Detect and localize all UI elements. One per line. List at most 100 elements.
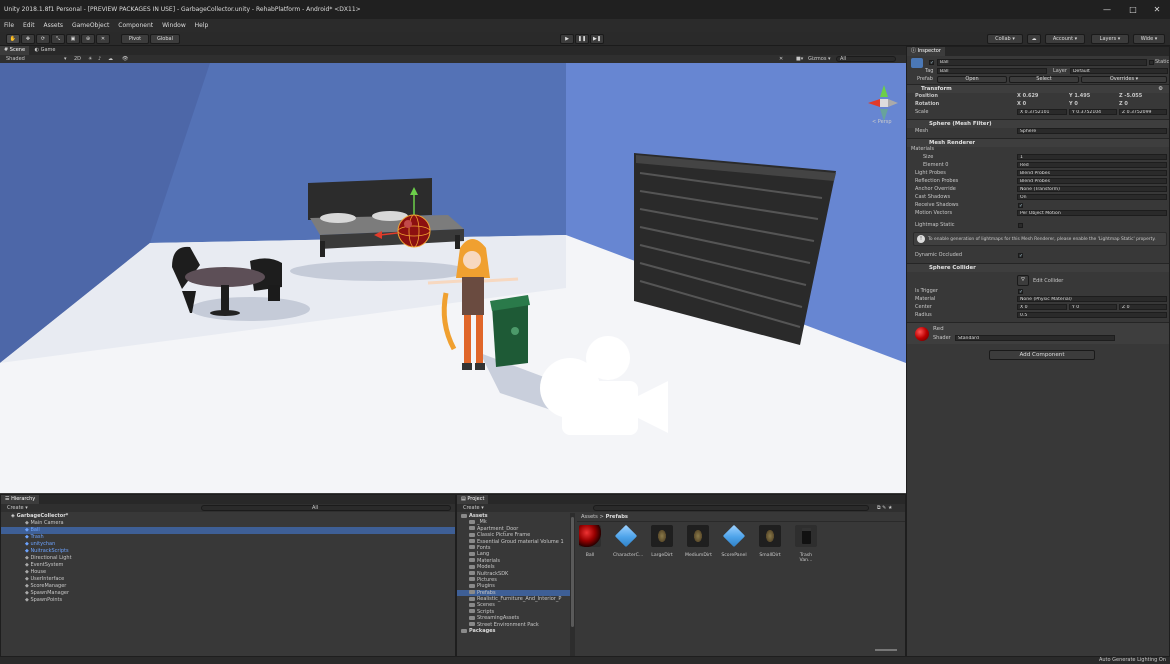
hierarchy-item[interactable]: ◆ SpawnManager [1, 590, 455, 597]
center-y[interactable]: Y 0 [1069, 304, 1117, 310]
scene-search-input[interactable]: All [836, 56, 896, 62]
scale-y[interactable]: Y 0.3752104 [1069, 109, 1117, 115]
hierarchy-item[interactable]: ◆ Trash [1, 534, 455, 541]
prefab-select-button[interactable]: Select [1009, 76, 1079, 83]
hierarchy-create-dropdown[interactable]: Create ▾ [7, 504, 28, 512]
object-name-field[interactable]: Ball [937, 59, 1147, 66]
hierarchy-item[interactable]: ◆ NuitrackScripts [1, 548, 455, 555]
component-settings-icon[interactable]: ⚙ [1158, 85, 1163, 94]
position-y[interactable]: Y 1.495 [1069, 92, 1090, 100]
sphere-collider-header[interactable]: Sphere Collider [907, 263, 1169, 272]
center-z[interactable]: Z 0 [1119, 304, 1167, 310]
layer-dropdown[interactable]: Default [1070, 68, 1168, 74]
size-field[interactable]: 1 [1017, 154, 1167, 160]
scale-tool-icon[interactable]: ⤡ [51, 34, 65, 44]
pause-button[interactable]: ❚❚ [575, 34, 589, 44]
shading-arrow-icon[interactable]: ▾ [64, 55, 67, 63]
hierarchy-item[interactable]: ◆ unitychan [1, 541, 455, 548]
filter-icons[interactable]: ⧉ ✎ ★ [877, 504, 892, 512]
menu-gameobject[interactable]: GameObject [72, 22, 109, 29]
rotate-tool-icon[interactable]: ⟳ [36, 34, 50, 44]
hidden-toggle-icon[interactable]: 👁 [122, 55, 128, 63]
scale-z[interactable]: Z 0.3752099 [1119, 109, 1167, 115]
lightmap-static-checkbox[interactable] [1018, 223, 1023, 228]
mesh-filter-header[interactable]: Sphere (Mesh Filter) [907, 119, 1169, 128]
asset-item[interactable]: CharacterC... [613, 524, 643, 558]
tab-project[interactable]: ▤ Project [457, 495, 489, 504]
tree-scrollbar-thumb[interactable] [571, 517, 574, 627]
menu-help[interactable]: Help [195, 22, 209, 29]
hierarchy-item[interactable]: ◆ ScoreManager [1, 583, 455, 590]
lighting-toggle-icon[interactable]: ☀ [88, 55, 92, 63]
hierarchy-item[interactable]: ◆ EventSystem [1, 562, 455, 569]
cloud-icon[interactable]: ☁ [1027, 34, 1041, 44]
mode-2d-toggle[interactable]: 2D [74, 55, 81, 63]
reflection-probes-dropdown[interactable]: Blend Probes [1017, 178, 1167, 184]
cast-shadows-dropdown[interactable]: On [1017, 194, 1167, 200]
tab-scene[interactable]: # Scene [0, 46, 30, 55]
camera-settings-icon[interactable]: ■▾ [796, 55, 803, 63]
menu-edit[interactable]: Edit [23, 22, 35, 29]
layout-dropdown[interactable]: Wide ▾ [1133, 34, 1165, 44]
light-probes-dropdown[interactable]: Blend Probes [1017, 170, 1167, 176]
asset-item[interactable]: MediumDirt [685, 525, 712, 558]
tag-dropdown[interactable]: Ball [937, 68, 1047, 74]
radius-field[interactable]: 0.5 [1017, 312, 1167, 318]
tab-game[interactable]: ◐ Game [31, 46, 60, 55]
breadcrumb-current[interactable]: Prefabs [606, 514, 628, 520]
static-checkbox[interactable] [1149, 60, 1154, 65]
collab-dropdown[interactable]: Collab ▾ [987, 34, 1023, 44]
dynamic-occluded-checkbox[interactable]: ✓ [1018, 253, 1023, 259]
rotation-y[interactable]: Y 0 [1069, 100, 1078, 108]
receive-shadows-checkbox[interactable]: ✓ [1018, 203, 1023, 209]
hierarchy-item[interactable]: ◆ Main Camera [1, 520, 455, 527]
custom-tool-icon[interactable]: ✕ [96, 34, 110, 44]
thumbnail-size-slider[interactable] [875, 649, 897, 651]
add-component-button[interactable]: Add Component [989, 350, 1095, 360]
rect-tool-icon[interactable]: ▣ [66, 34, 80, 44]
edit-collider-button[interactable]: ⛛ [1017, 275, 1029, 286]
scale-x[interactable]: X 0.3752101 [1017, 109, 1067, 115]
menu-window[interactable]: Window [162, 22, 186, 29]
maximize-button[interactable]: □ [1122, 0, 1144, 19]
asset-item[interactable]: Ball [577, 525, 603, 558]
tree-scrollbar[interactable] [570, 513, 575, 656]
gizmos-dropdown[interactable]: Gizmos ▾ [808, 55, 831, 63]
asset-item[interactable]: SmallDirt [757, 525, 783, 558]
active-checkbox[interactable]: ✓ [929, 60, 934, 66]
scene-root-row[interactable]: ◈ GarbageCollector* [1, 512, 455, 520]
menu-file[interactable]: File [4, 22, 14, 29]
tab-inspector[interactable]: ⓘ Inspector [907, 47, 945, 56]
rotation-z[interactable]: Z 0 [1119, 100, 1128, 108]
transform-tool-icon[interactable]: ⊕ [81, 34, 95, 44]
step-button[interactable]: ▶❚ [590, 34, 604, 44]
minimize-button[interactable]: — [1096, 0, 1118, 19]
project-create-dropdown[interactable]: Create ▾ [463, 504, 484, 512]
tab-hierarchy[interactable]: ☰ Hierarchy [1, 495, 40, 504]
scene-viewport[interactable]: < Persp [0, 63, 906, 493]
materials-label[interactable]: Materials [911, 145, 934, 153]
move-tool-icon[interactable]: ✥ [21, 34, 35, 44]
hand-tool-icon[interactable]: ✋ [6, 34, 20, 44]
menu-assets[interactable]: Assets [44, 22, 64, 29]
motion-vectors-dropdown[interactable]: Per Object Motion [1017, 210, 1167, 216]
prefab-overrides-button[interactable]: Overrides ▾ [1081, 76, 1167, 83]
layers-dropdown[interactable]: Layers ▾ [1091, 34, 1129, 44]
mesh-field[interactable]: Sphere [1017, 128, 1167, 134]
prefab-open-button[interactable]: Open [937, 76, 1007, 83]
shader-dropdown[interactable]: Standard [955, 335, 1115, 341]
hierarchy-search-input[interactable]: All [201, 505, 451, 511]
asset-item[interactable]: LargeDirt [649, 525, 675, 558]
anchor-override-field[interactable]: None (Transform) [1017, 186, 1167, 192]
asset-item[interactable]: ScorePanel [721, 524, 747, 558]
rotation-x[interactable]: X 0 [1017, 100, 1026, 108]
folder-item[interactable]: Packages [457, 628, 571, 634]
mesh-renderer-header[interactable]: Mesh Renderer [907, 138, 1169, 147]
center-x[interactable]: X 0 [1017, 304, 1067, 310]
hierarchy-item[interactable]: ◆ UserInterface [1, 576, 455, 583]
position-x[interactable]: X 0.629 [1017, 92, 1038, 100]
element-field[interactable]: Red [1017, 162, 1167, 168]
shading-dropdown[interactable]: Shaded [6, 55, 25, 63]
hierarchy-item[interactable]: ◆ Directional Light [1, 555, 455, 562]
audio-toggle-icon[interactable]: ♪ [98, 55, 101, 63]
